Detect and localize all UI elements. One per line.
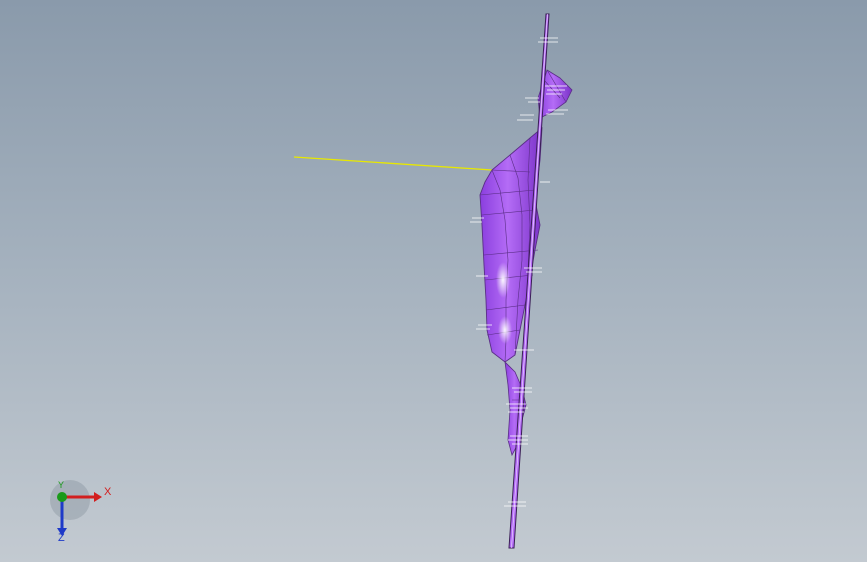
z-axis-label: Z bbox=[58, 532, 65, 544]
model-scene[interactable] bbox=[0, 0, 867, 562]
y-axis-label: Y bbox=[58, 480, 65, 490]
body-highlight bbox=[496, 262, 510, 298]
sketch-line[interactable] bbox=[293, 156, 493, 171]
body-highlight bbox=[498, 316, 512, 344]
orientation-triad: X Y Z bbox=[40, 480, 120, 550]
graphics-viewport[interactable]: X Y Z bbox=[0, 0, 867, 562]
x-axis-label: X bbox=[104, 486, 112, 498]
